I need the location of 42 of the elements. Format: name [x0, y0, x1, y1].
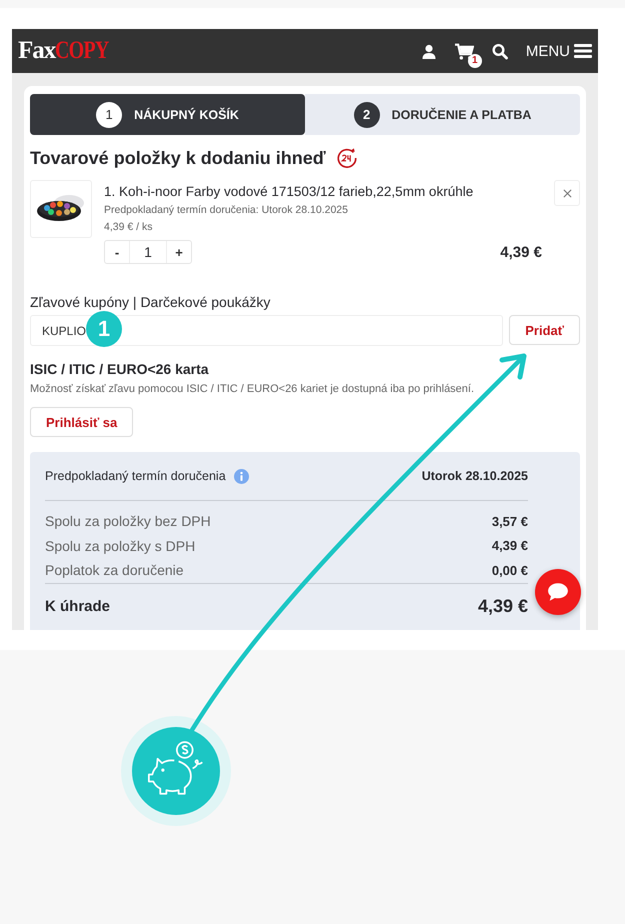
summary-value: 4,39 €: [492, 538, 528, 554]
step-tab[interactable]: 2 DORUČENIE A PLATBA: [305, 94, 580, 135]
delivery-date-text: Predpokladaný termín doručenia: Utorok 28.10.2025: [104, 204, 349, 216]
summary-value: 3,57 €: [492, 514, 528, 529]
item-total-price: 4,39 €: [500, 244, 542, 260]
user-icon[interactable]: [420, 42, 437, 60]
search-icon[interactable]: [492, 42, 508, 60]
summary-value: 0,00 €: [492, 562, 528, 578]
delivery-label: Predpokladaný termín doručenia: [45, 469, 226, 483]
increase-button[interactable]: +: [167, 241, 191, 263]
clock-24h-icon: [336, 147, 358, 169]
step-number: 1: [96, 102, 122, 128]
menu-button[interactable]: MENU: [526, 42, 592, 60]
isic-info-text: Možnosť získať zľavu pomocou ISIC / ITIC / EURO<26 kariet je dostupná iba po prihlásení.: [30, 383, 476, 395]
step-marker-badge: 1: [86, 311, 122, 347]
logo-text[interactable]: Fax: [18, 37, 56, 65]
summary-label: Spolu za položky s DPH: [45, 538, 196, 554]
coupon-label: Zľavové kupóny | Darčekové poukážky: [30, 294, 272, 310]
chat-bubble-icon: [547, 582, 569, 602]
quantity-value[interactable]: 1: [129, 241, 167, 263]
cart-icon[interactable]: [454, 42, 474, 60]
menu-icon: [574, 43, 592, 59]
step-number: 2: [354, 102, 380, 128]
cart-count-badge: 1: [468, 54, 482, 68]
total-label: K úhrade: [45, 598, 110, 615]
step-label: NÁKUPNÝ KOŠÍK: [134, 108, 239, 122]
product-title[interactable]: 1. Koh-i-noor Farby vodové 171503/12 farieb,22,5mm okrúhle: [104, 184, 542, 199]
step-tab[interactable]: 1 NÁKUPNÝ KOŠÍK: [30, 94, 305, 135]
isic-title: ISIC / ITIC / EURO<26 karta: [30, 361, 210, 377]
remove-button[interactable]: [554, 180, 580, 206]
decrease-button[interactable]: -: [105, 241, 129, 263]
close-icon: [562, 188, 572, 198]
summary-label: Spolu za položky bez DPH: [45, 513, 211, 530]
add-coupon-button[interactable]: Pridať: [509, 315, 580, 345]
summary-label: Poplatok za doručenie: [45, 562, 184, 578]
section-title: Tovarové položky k dodaniu ihneď: [30, 148, 326, 168]
total-value: 4,39 €: [478, 596, 528, 617]
unit-price: 4,39 € / ks: [104, 221, 154, 233]
login-button[interactable]: Prihlásiť sa: [30, 407, 134, 437]
step-label: DORUČENIE A PLATBA: [392, 108, 532, 122]
product-image[interactable]: [30, 180, 92, 238]
delivery-date: Utorok 28.10.2025: [422, 469, 528, 483]
